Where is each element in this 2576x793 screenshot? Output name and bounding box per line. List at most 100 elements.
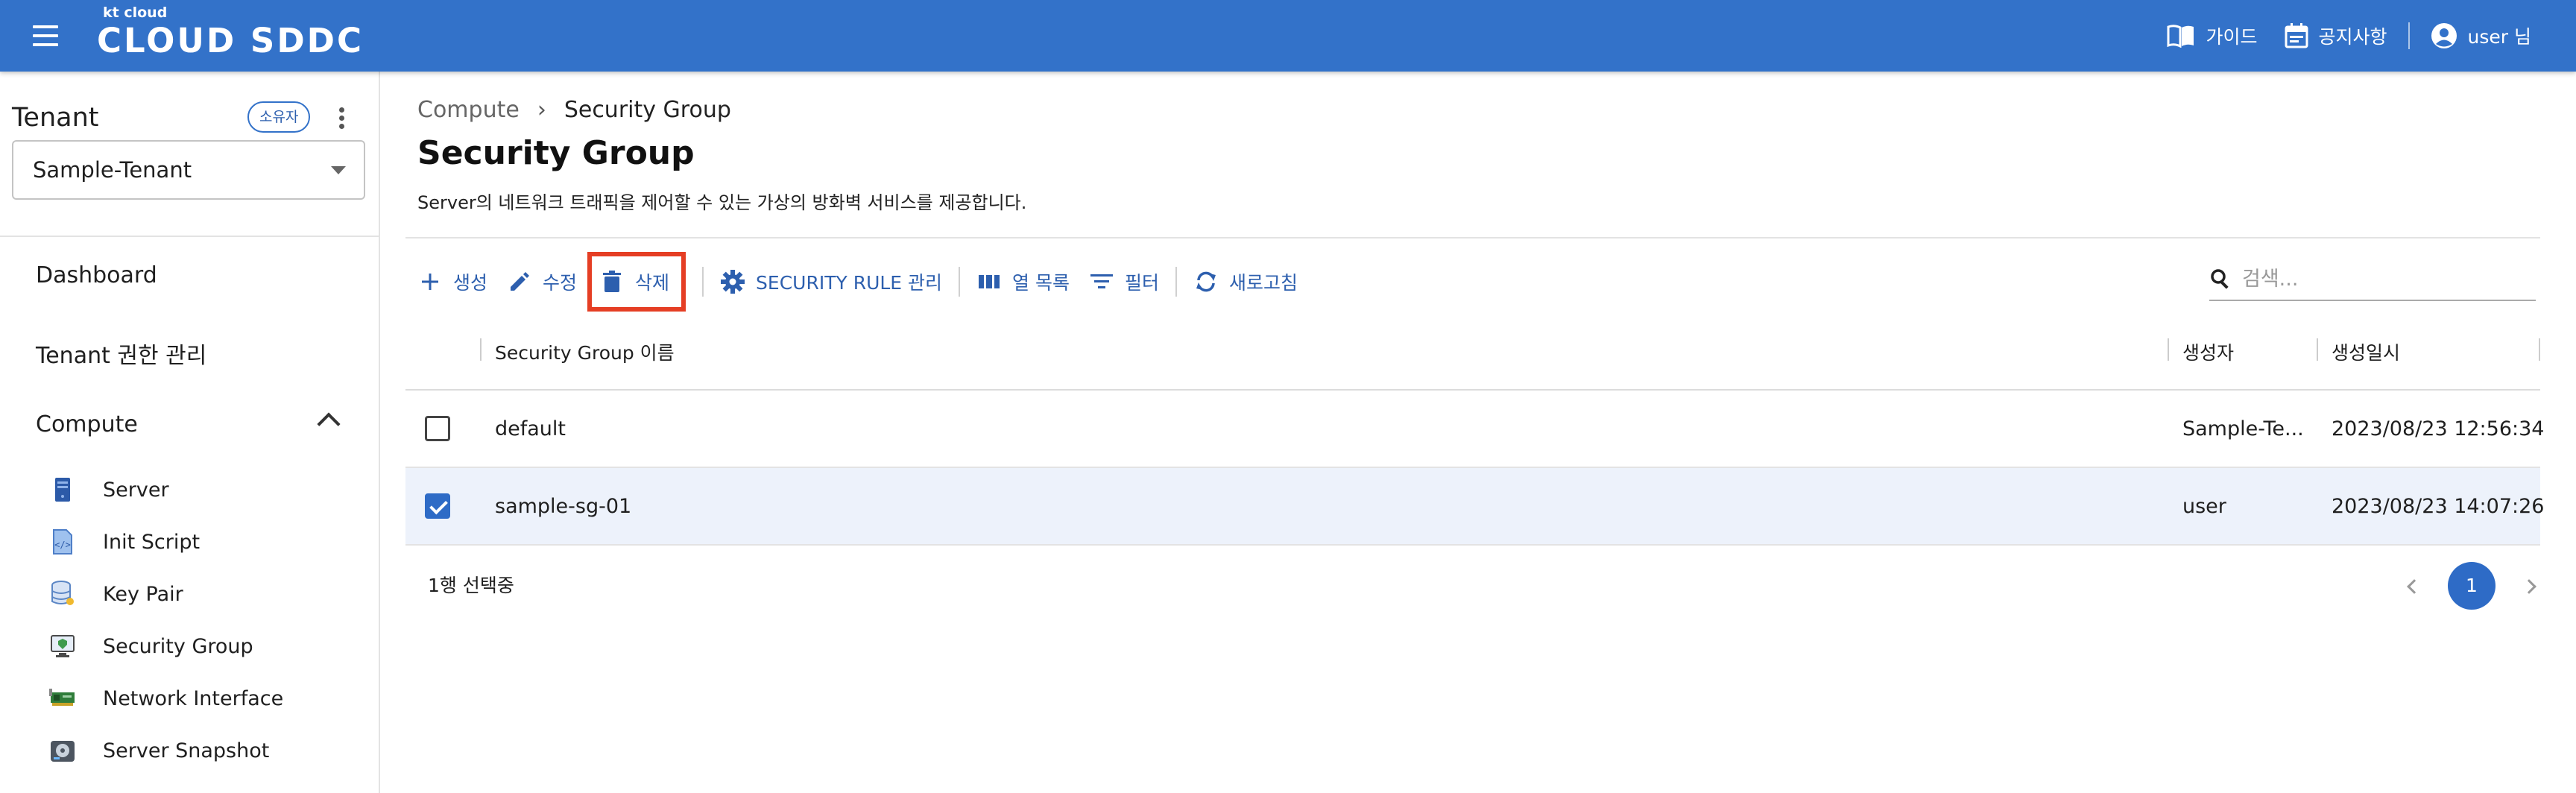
sidebar-item-server-snapshot[interactable]: Server Snapshot <box>49 732 269 769</box>
gear-icon <box>720 269 745 294</box>
view-column-icon <box>976 269 1002 294</box>
chevron-right-icon[interactable] <box>2522 577 2540 595</box>
cell-creator: Sample-Te... <box>2182 417 2304 440</box>
column-divider <box>2539 338 2540 361</box>
edit-button-label: 수정 <box>543 272 578 294</box>
tenant-title: Tenant <box>12 103 99 133</box>
column-divider <box>2168 338 2169 361</box>
table-header: Security Group 이름 생성자 생성일시 <box>405 319 2540 391</box>
row-checkbox[interactable] <box>425 416 450 441</box>
cell-name: sample-sg-01 <box>495 495 632 518</box>
search-box <box>2209 258 2536 301</box>
cell-name: default <box>495 417 566 440</box>
title-divider <box>405 237 2540 238</box>
sidebar-item-tenant-permission[interactable]: Tenant 권한 관리 <box>36 337 206 370</box>
dropdown-arrow-icon <box>331 166 346 174</box>
svg-text:</>: </> <box>54 540 71 550</box>
account-circle-icon <box>2431 23 2457 48</box>
security-rule-manage-button[interactable]: SECURITY RULE 관리 <box>720 261 942 303</box>
table-toolbar: 생성 수정 삭제 SECURITY RULE 관리 열 목록 필터 새로고침 <box>417 252 1298 312</box>
create-button[interactable]: 생성 <box>417 261 487 303</box>
refresh-button[interactable]: 새로고침 <box>1193 261 1298 303</box>
toolbar-divider <box>702 267 704 297</box>
pencil-icon <box>507 269 532 294</box>
sidebar-item-label: Key Pair <box>103 582 183 606</box>
more-options-icon[interactable] <box>332 106 350 131</box>
book-icon <box>2167 25 2194 48</box>
refresh-icon <box>1193 269 1219 294</box>
tenant-select[interactable]: Sample-Tenant <box>12 140 365 200</box>
breadcrumb-compute-link[interactable]: Compute <box>417 97 520 123</box>
sidebar-item-label: Server <box>103 478 169 502</box>
notice-label: 공지사항 <box>2318 26 2387 48</box>
monitor-shield-icon <box>49 633 76 660</box>
sidebar-item-label: Network Interface <box>103 686 284 710</box>
columns-button-label: 열 목록 <box>1012 272 1070 294</box>
filter-button-label: 필터 <box>1125 272 1160 294</box>
server-icon <box>49 476 76 503</box>
table-footer: 1행 선택중 1 <box>405 549 2540 623</box>
owner-badge: 소유자 <box>247 101 311 133</box>
chevron-right-icon: › <box>537 97 546 123</box>
row-checkbox[interactable] <box>425 493 450 519</box>
cell-created-at: 2023/08/23 12:56:34 <box>2332 417 2545 440</box>
sidebar-item-network-interface[interactable]: Network Interface <box>49 680 283 717</box>
columns-button[interactable]: 열 목록 <box>976 261 1070 303</box>
breadcrumb: Compute › Security Group <box>417 97 731 123</box>
table-row[interactable]: default Sample-Te... 2023/08/23 12:56:34 <box>405 391 2544 468</box>
sidebar-item-compute[interactable]: Compute <box>36 411 138 437</box>
selected-count: 1행 선택중 <box>428 575 514 596</box>
user-label: user 님 <box>2467 26 2531 48</box>
table-row[interactable]: sample-sg-01 user 2023/08/23 14:07:26 <box>405 468 2544 546</box>
sidebar-item-key-pair[interactable]: Key Pair <box>49 575 183 613</box>
guide-link[interactable]: 가이드 <box>2167 22 2258 49</box>
logo-brand-small: kt cloud <box>103 4 168 21</box>
plus-icon <box>417 269 443 294</box>
search-input[interactable] <box>2242 267 2525 291</box>
logo-brand-main[interactable]: CLOUD SDDC <box>97 21 364 60</box>
user-account-menu[interactable]: user 님 <box>2431 22 2531 49</box>
top-app-bar: kt cloud CLOUD SDDC 가이드 공지사항 user 님 <box>0 0 2576 72</box>
sidebar-item-security-group[interactable]: Security Group <box>49 628 253 665</box>
security-group-table: Security Group 이름 생성자 생성일시 default Sampl… <box>405 319 2544 546</box>
sidebar-item-init-script[interactable]: </> Init Script <box>49 523 200 560</box>
calendar-icon <box>2285 23 2308 48</box>
edit-button[interactable]: 수정 <box>507 261 577 303</box>
header-divider <box>2408 22 2410 49</box>
delete-button[interactable]: 삭제 <box>587 252 686 312</box>
page-title: Security Group <box>417 134 695 172</box>
hamburger-menu-icon[interactable] <box>30 21 64 51</box>
sidebar-divider <box>0 236 379 237</box>
guide-label: 가이드 <box>2206 26 2258 48</box>
column-divider <box>2317 338 2318 361</box>
filter-button[interactable]: 필터 <box>1089 261 1159 303</box>
column-header-name[interactable]: Security Group 이름 <box>495 338 675 365</box>
sidebar-item-label: Server Snapshot <box>103 739 270 762</box>
sidebar-item-label: Init Script <box>103 530 201 554</box>
create-button-label: 생성 <box>453 272 488 294</box>
trash-icon <box>599 269 625 294</box>
database-key-icon <box>49 581 76 607</box>
refresh-button-label: 새로고침 <box>1229 272 1298 294</box>
toolbar-divider <box>959 267 961 297</box>
disk-snapshot-icon <box>49 737 76 764</box>
cell-creator: user <box>2182 495 2226 518</box>
tenant-select-value: Sample-Tenant <box>33 157 192 183</box>
notice-link[interactable]: 공지사항 <box>2285 22 2387 49</box>
script-file-icon: </> <box>49 528 76 555</box>
sidebar-item-label: Security Group <box>103 634 253 658</box>
column-header-created-at[interactable]: 생성일시 <box>2332 338 2400 365</box>
delete-button-label: 삭제 <box>635 272 670 294</box>
sidebar-item-server[interactable]: Server <box>49 471 169 508</box>
chevron-left-icon[interactable] <box>2403 577 2421 595</box>
column-divider <box>480 338 482 361</box>
breadcrumb-current: Security Group <box>564 97 731 123</box>
page-description: Server의 네트워크 트래픽을 제어할 수 있는 가상의 방화벽 서비스를 … <box>417 192 1027 213</box>
toolbar-divider <box>1175 267 1178 297</box>
sidebar: Tenant 소유자 Sample-Tenant Dashboard Tenan… <box>0 72 380 793</box>
pagination: 1 <box>2403 562 2540 610</box>
chevron-up-icon[interactable] <box>317 412 341 436</box>
column-header-creator[interactable]: 생성자 <box>2182 338 2234 365</box>
page-number-button[interactable]: 1 <box>2448 562 2496 610</box>
sidebar-item-dashboard[interactable]: Dashboard <box>36 262 157 288</box>
